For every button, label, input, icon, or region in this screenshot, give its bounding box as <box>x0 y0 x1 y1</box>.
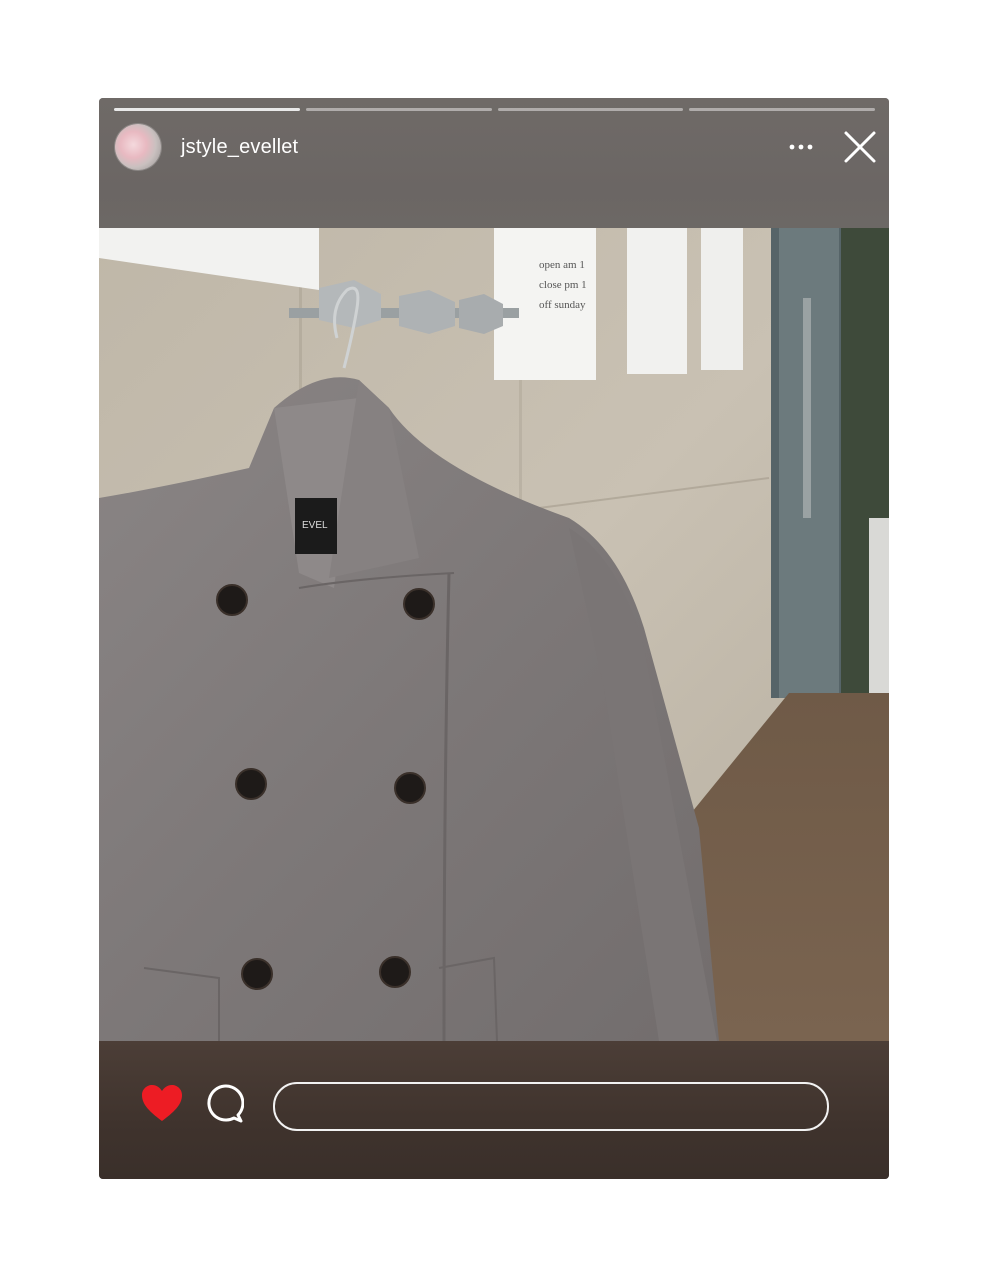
story-progress-bar <box>114 108 875 112</box>
progress-segment <box>689 108 875 111</box>
progress-segment <box>114 108 300 111</box>
coat-photo: open am 1 close pm 1 off sunday EVEL <box>99 228 889 1041</box>
heart-icon <box>142 1085 182 1121</box>
story-header: jstyle_evellet <box>99 98 889 228</box>
story-viewer: jstyle_evellet open am 1 close pm 1 off … <box>99 98 889 1179</box>
progress-segment <box>497 108 684 111</box>
close-button[interactable] <box>841 128 879 166</box>
coat-label: EVEL <box>302 520 328 531</box>
more-options-button[interactable] <box>783 132 819 162</box>
like-button[interactable] <box>139 1081 185 1127</box>
reply-input[interactable] <box>273 1082 829 1131</box>
poster-text: off sunday <box>539 299 586 311</box>
avatar[interactable] <box>115 124 161 170</box>
close-icon <box>844 131 876 163</box>
story-photo[interactable]: open am 1 close pm 1 off sunday EVEL <box>99 228 889 1041</box>
poster-text: open am 1 <box>539 259 585 271</box>
story-footer <box>99 1041 889 1179</box>
comment-button[interactable] <box>204 1084 245 1124</box>
comment-icon <box>207 1084 245 1123</box>
poster-text: close pm 1 <box>539 279 587 291</box>
progress-segment <box>305 108 492 111</box>
username[interactable]: jstyle_evellet <box>181 136 298 159</box>
more-horizontal-icon <box>789 144 813 150</box>
